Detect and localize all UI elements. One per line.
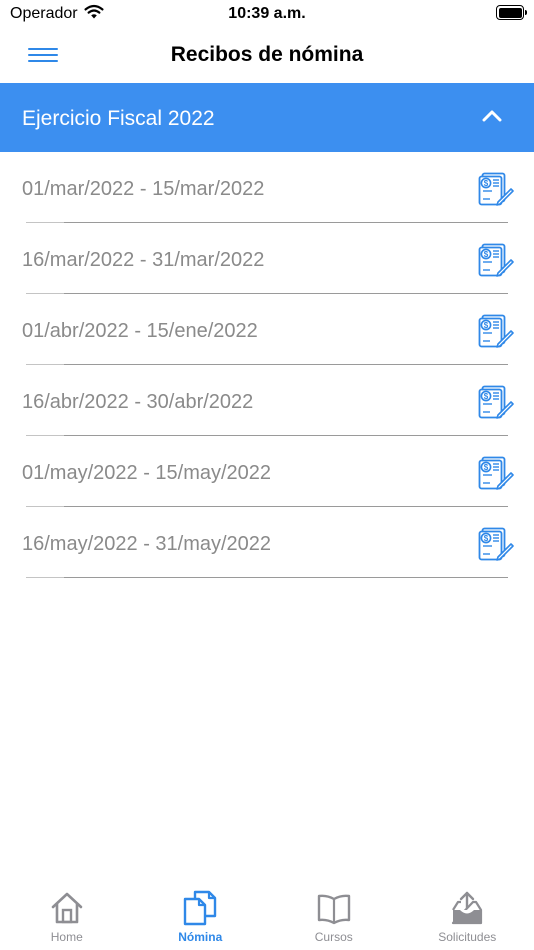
receipt-period-label: 01/abr/2022 - 15/ene/2022 — [22, 320, 258, 342]
book-icon — [317, 894, 350, 925]
receipt-row[interactable]: 16/mar/2022 - 31/mar/2022 $ — [0, 223, 534, 294]
status-bar: Operador 10:39 a.m. — [0, 0, 534, 30]
payroll-receipt-icon[interactable]: $ — [478, 172, 514, 206]
svg-text:$: $ — [484, 463, 489, 472]
tab-bar: Home Nómina Cursos Solicitudes — [0, 890, 534, 950]
receipt-row[interactable]: 01/mar/2022 - 15/mar/2022 $ — [0, 152, 534, 223]
payroll-receipt-icon[interactable]: $ — [478, 243, 514, 277]
receipt-row[interactable]: 16/abr/2022 - 30/abr/2022 $ — [0, 365, 534, 436]
receipt-row[interactable]: 01/abr/2022 - 15/ene/2022 $ — [0, 294, 534, 365]
payroll-receipt-icon[interactable]: $ — [478, 314, 514, 348]
receipt-row[interactable]: 16/may/2022 - 31/may/2022 $ — [0, 507, 534, 578]
page-title: Recibos de nómina — [170, 43, 364, 66]
clock: 10:39 a.m. — [228, 5, 306, 22]
tab-solicitudes-label: Solicitudes — [438, 930, 497, 944]
tab-solicitudes[interactable]: Solicitudes — [401, 890, 534, 950]
section-title: Ejercicio Fiscal 2022 — [22, 107, 215, 130]
documents-icon — [184, 890, 217, 926]
receipt-row[interactable]: 01/may/2022 - 15/may/2022 $ — [0, 436, 534, 507]
svg-text:$: $ — [484, 250, 489, 259]
receipt-list: 01/mar/2022 - 15/mar/2022 $ 16/mar/2022 … — [0, 152, 534, 578]
battery-icon — [496, 5, 527, 20]
svg-text:$: $ — [484, 392, 489, 401]
svg-text:$: $ — [484, 534, 489, 543]
payroll-receipt-icon[interactable]: $ — [478, 456, 514, 490]
svg-text:$: $ — [484, 321, 489, 330]
receipt-period-label: 01/mar/2022 - 15/mar/2022 — [22, 178, 265, 200]
fiscal-year-section-header[interactable]: Ejercicio Fiscal 2022 — [0, 83, 534, 152]
payroll-receipt-icon[interactable]: $ — [478, 527, 514, 561]
tab-cursos-label: Cursos — [314, 930, 353, 944]
tab-home-label: Home — [50, 930, 83, 944]
receipt-period-label: 01/may/2022 - 15/may/2022 — [22, 462, 272, 484]
receipt-period-label: 16/mar/2022 - 31/mar/2022 — [22, 249, 265, 271]
tab-nomina-label: Nómina — [178, 930, 223, 944]
row-divider-accent — [64, 577, 508, 578]
svg-text:$: $ — [484, 179, 489, 188]
upload-tray-icon — [452, 891, 483, 925]
chevron-up-icon — [482, 110, 502, 122]
tab-nomina[interactable]: Nómina — [134, 890, 268, 950]
tab-cursos[interactable]: Cursos — [267, 890, 401, 950]
receipt-period-label: 16/abr/2022 - 30/abr/2022 — [22, 391, 254, 413]
payroll-receipt-icon[interactable]: $ — [478, 385, 514, 419]
navigation-bar: Recibos de nómina — [0, 30, 534, 83]
tab-home[interactable]: Home — [0, 890, 134, 950]
receipt-period-label: 16/may/2022 - 31/may/2022 — [22, 533, 272, 555]
home-icon — [51, 892, 83, 924]
